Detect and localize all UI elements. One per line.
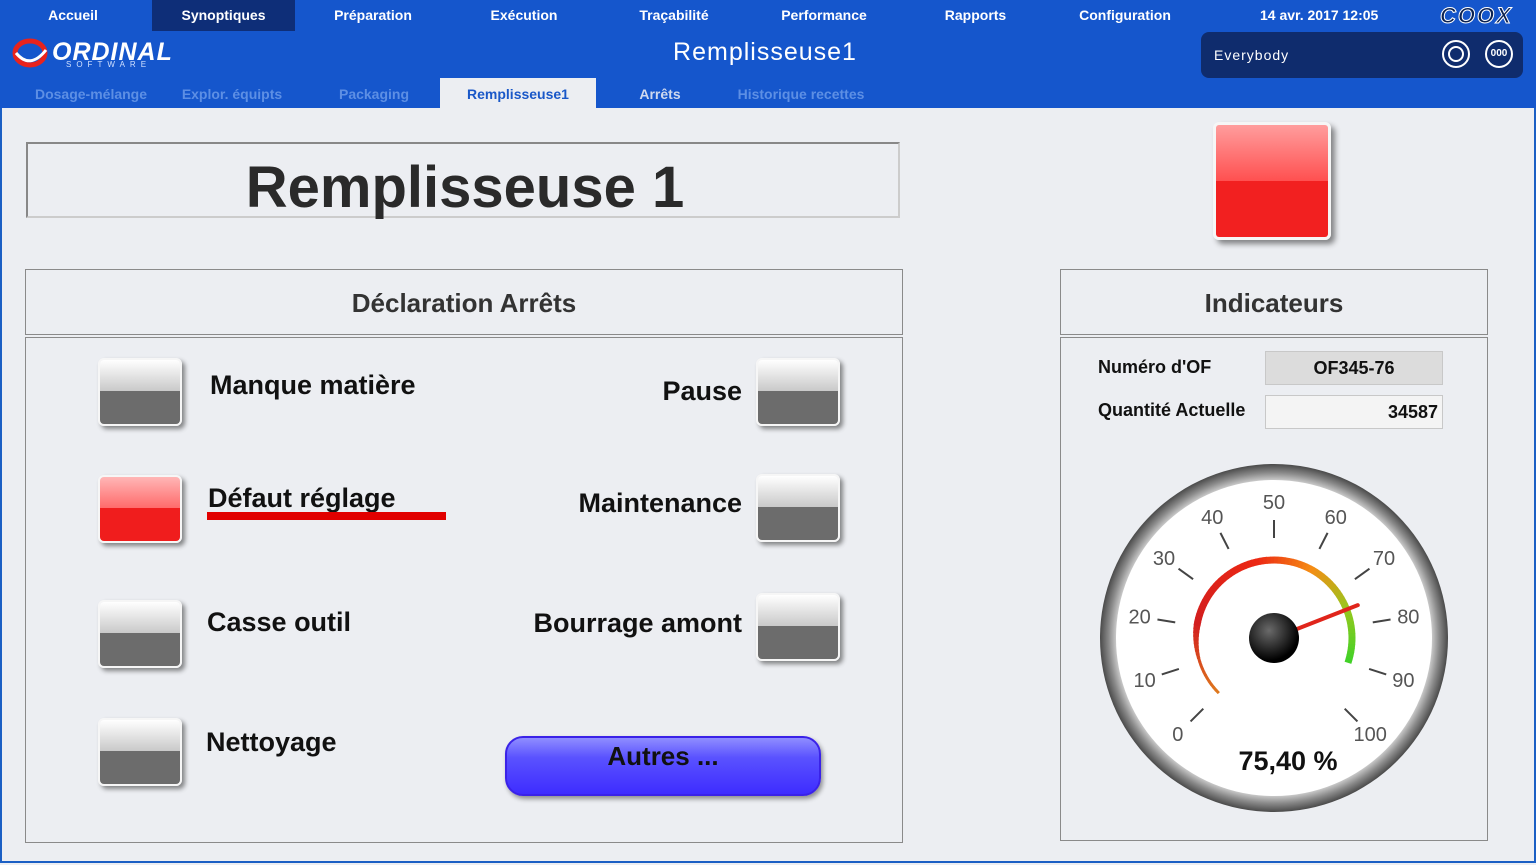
menu-tracabilite[interactable]: Traçabilité: [618, 0, 730, 31]
stop-label-bourrage-amont: Bourrage amont: [533, 608, 742, 638]
declaration-title: Déclaration Arrêts: [351, 288, 577, 318]
stop-button-bourrage-amont[interactable]: [756, 593, 840, 661]
menu-preparation[interactable]: Préparation: [318, 0, 428, 31]
performance-gauge: 0 10 20 30 40 50 60 70 80 90 100 75,40 %: [1100, 464, 1448, 812]
ordinal-logo-icon: [12, 38, 48, 68]
gauge-tick-label: 40: [1201, 507, 1223, 529]
coox-logo: COOX: [1440, 3, 1513, 29]
gauge-tick-label: 70: [1373, 548, 1395, 570]
user-panel: Everybody 000: [1201, 32, 1523, 78]
quantity-field: 34587: [1265, 395, 1443, 429]
declaration-header: Déclaration Arrêts: [25, 269, 903, 335]
app-header: Accueil Synoptiques Préparation Exécutio…: [0, 0, 1536, 108]
of-number-field: OF345-76: [1265, 351, 1443, 385]
menu-performance[interactable]: Performance: [764, 0, 884, 31]
stop-label-casse-outil: Casse outil: [207, 607, 352, 637]
machine-status-button[interactable]: [1213, 122, 1331, 240]
top-menu: Accueil Synoptiques Préparation Exécutio…: [0, 0, 1536, 32]
menu-configuration[interactable]: Configuration: [1064, 0, 1186, 31]
tab-historique-recettes[interactable]: Historique recettes: [720, 78, 882, 108]
tab-dosage-melange[interactable]: Dosage-mélange: [22, 78, 160, 108]
stop-label-manque-matiere: Manque matière: [210, 370, 416, 400]
indicateurs-title: Indicateurs: [1204, 288, 1344, 318]
stop-button-manque-matiere[interactable]: [98, 358, 182, 426]
active-stop-underline: [207, 512, 446, 520]
menu-synoptiques[interactable]: Synoptiques: [152, 0, 295, 31]
stop-button-nettoyage[interactable]: [98, 718, 182, 786]
user-name[interactable]: Everybody: [1214, 47, 1289, 63]
power-icon[interactable]: [1442, 40, 1470, 68]
tab-arrets[interactable]: Arrêts: [618, 78, 702, 108]
stop-label-defaut-reglage: Défaut réglage: [208, 483, 396, 513]
indicateurs-header: Indicateurs: [1060, 269, 1488, 335]
gauge-tick-label: 30: [1153, 548, 1175, 570]
stop-label-nettoyage: Nettoyage: [206, 727, 337, 757]
counter-icon[interactable]: 000: [1485, 40, 1513, 68]
page-title: Remplisseuse 1: [245, 155, 685, 220]
tab-packaging[interactable]: Packaging: [318, 78, 430, 108]
gauge-arc-segment: [1344, 657, 1353, 664]
tab-remplisseuse1[interactable]: Remplisseuse1: [440, 78, 596, 108]
menu-rapports[interactable]: Rapports: [928, 0, 1023, 31]
gauge-tick-label: 10: [1134, 670, 1156, 692]
screen-title: Remplisseuse1: [673, 38, 857, 66]
tab-explor-equipts[interactable]: Explor. équipts: [170, 78, 294, 108]
autres-button[interactable]: Autres ...: [505, 736, 821, 796]
gauge-tick-label: 0: [1172, 724, 1183, 746]
stop-button-maintenance[interactable]: [756, 474, 840, 542]
of-number-label: Numéro d'OF: [1098, 357, 1212, 377]
gauge-tick-label: 20: [1129, 607, 1151, 629]
menu-execution[interactable]: Exécution: [470, 0, 578, 31]
ordinal-logo-subtext: SOFTWARE: [66, 60, 152, 69]
gauge-tick-label: 100: [1353, 724, 1386, 746]
menu-accueil[interactable]: Accueil: [20, 0, 126, 31]
gauge-tick-label: 90: [1392, 670, 1414, 692]
stop-label-pause: Pause: [662, 376, 742, 406]
stop-button-defaut-reglage[interactable]: [98, 475, 182, 543]
gauge-tick-label: 60: [1325, 507, 1347, 529]
stop-button-casse-outil[interactable]: [98, 600, 182, 668]
quantity-label: Quantité Actuelle: [1098, 400, 1246, 420]
gauge-readout: 75,40 %: [1238, 746, 1337, 776]
stop-button-pause[interactable]: [756, 358, 840, 426]
gauge-tick-label: 80: [1397, 607, 1419, 629]
stop-label-maintenance: Maintenance: [578, 488, 742, 518]
gauge-tick-label: 50: [1263, 492, 1285, 514]
gauge-hub: [1249, 613, 1299, 663]
page-title-box: Remplisseuse 1: [26, 142, 900, 220]
datetime: 14 avr. 2017 12:05: [1260, 7, 1379, 23]
